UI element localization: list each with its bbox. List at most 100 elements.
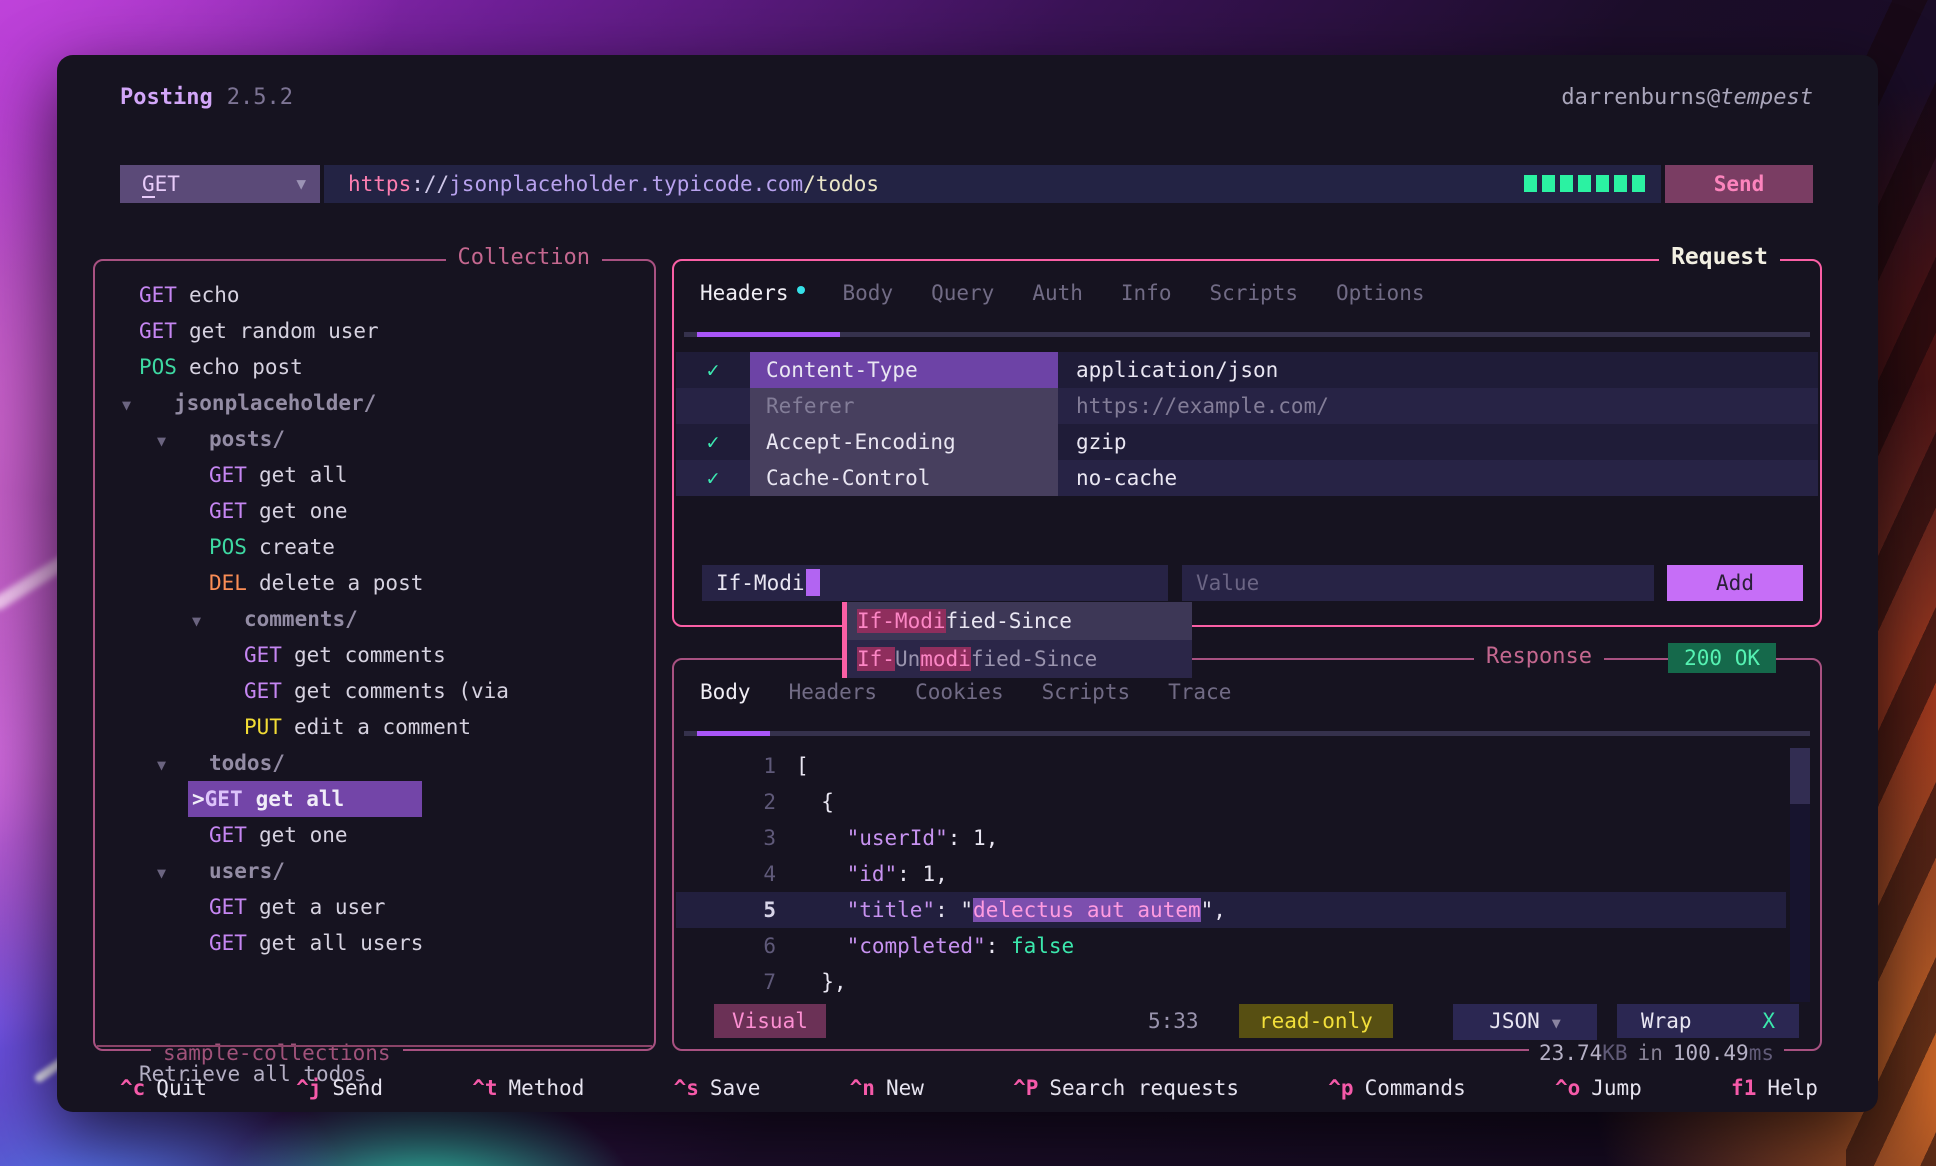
request-panel-title: Request xyxy=(1659,244,1780,270)
tab-response-headers[interactable]: Headers xyxy=(789,680,878,704)
shortcut-commands[interactable]: ^pCommands xyxy=(1328,1076,1465,1100)
shortcut-method[interactable]: ^tMethod xyxy=(472,1076,584,1100)
app-version: 2.5.2 xyxy=(227,85,293,110)
tree-folder-row[interactable]: ▼todos/ xyxy=(95,745,650,781)
progress-block xyxy=(1524,175,1537,192)
progress-block xyxy=(1578,175,1591,192)
request-panel: Request Headers Body Query Auth Info Scr… xyxy=(672,259,1822,627)
format-dropdown[interactable]: JSON▼ xyxy=(1453,1004,1597,1040)
url-scheme: https xyxy=(348,172,411,196)
header-key-cell[interactable]: Accept-Encoding xyxy=(750,424,1058,460)
tab-body[interactable]: Body xyxy=(843,281,894,305)
response-meta: 23.74KBin100.49ms xyxy=(1529,1041,1784,1065)
tab-response-scripts[interactable]: Scripts xyxy=(1042,680,1131,704)
tree-request-row[interactable]: PUTedit a comment xyxy=(95,709,650,745)
tree-folder-row[interactable]: ▼comments/ xyxy=(95,601,650,637)
tab-response-cookies[interactable]: Cookies xyxy=(915,680,1004,704)
tree-request-row[interactable]: GETget one xyxy=(95,817,650,853)
request-url-bar: GET ▼ https://jsonplaceholder.typicode.c… xyxy=(120,165,1813,203)
tree-request-row-selected[interactable]: >GETget all xyxy=(188,781,422,817)
header-value-cell[interactable]: no-cache xyxy=(1058,460,1818,496)
selection-cursor: > xyxy=(192,787,205,811)
tree-folder-row[interactable]: ▼users/ xyxy=(95,853,650,889)
header-value-input[interactable]: Value xyxy=(1182,565,1654,601)
tab-scripts[interactable]: Scripts xyxy=(1209,281,1298,305)
tab-headers[interactable]: Headers xyxy=(700,281,805,305)
chevron-down-icon: ▼ xyxy=(296,165,306,203)
folder-open-icon: ▼ xyxy=(157,855,209,891)
tree-request-row[interactable]: GETget comments (via xyxy=(95,673,650,709)
tree-request-row[interactable]: GETget one xyxy=(95,493,650,529)
header-row[interactable]: ✓ Content-Type application/json xyxy=(676,352,1818,388)
shortcut-save[interactable]: ^sSave xyxy=(674,1076,761,1100)
header-row[interactable]: Referer https://example.com/ xyxy=(676,388,1818,424)
autocomplete-dropdown: If-Modified-Since If-Unmodified-Since xyxy=(842,602,1192,678)
tree-request-row[interactable]: GETget all users xyxy=(95,925,650,961)
request-tabs: Headers Body Query Auth Info Scripts Opt… xyxy=(700,281,1425,305)
folder-open-icon: ▼ xyxy=(192,603,244,639)
method-selector[interactable]: GET ▼ xyxy=(120,165,320,203)
header-key-cell[interactable]: Content-Type xyxy=(750,352,1058,388)
header-row[interactable]: ✓ Accept-Encoding gzip xyxy=(676,424,1818,460)
shortcut-footer: ^cQuit ^jSend ^tMethod ^sSave ^nNew ^PSe… xyxy=(120,1076,1818,1100)
app-title: Posting 2.5.2 xyxy=(120,85,293,110)
tab-underline-track xyxy=(684,332,1810,337)
tree-request-row[interactable]: GETget a user xyxy=(95,889,650,925)
tree-folder-row[interactable]: ▼posts/ xyxy=(95,421,650,457)
send-button[interactable]: Send xyxy=(1665,165,1813,203)
tree-request-row[interactable]: POScreate xyxy=(95,529,650,565)
url-input[interactable]: https://jsonplaceholder.typicode.com/tod… xyxy=(324,165,1661,203)
tree-request-row[interactable]: DELdelete a post xyxy=(95,565,650,601)
shortcut-help[interactable]: f1Help xyxy=(1731,1076,1818,1100)
url-host: jsonplaceholder.typicode.com xyxy=(449,172,803,196)
header-value-cell[interactable]: application/json xyxy=(1058,352,1818,388)
scrollbar-thumb[interactable] xyxy=(1790,748,1810,804)
scrollbar[interactable] xyxy=(1790,748,1810,1002)
header-name-input[interactable]: If-Modi xyxy=(702,565,1168,601)
code-line: 4 "id": 1, xyxy=(676,856,1786,892)
tab-response-body[interactable]: Body xyxy=(700,680,751,704)
tree-folder-row[interactable]: ▼jsonplaceholder/ xyxy=(95,385,650,421)
app-name: Posting xyxy=(120,85,213,110)
header-key-cell[interactable]: Referer xyxy=(750,388,1058,424)
tab-info[interactable]: Info xyxy=(1121,281,1172,305)
wrap-toggle[interactable]: WrapX xyxy=(1617,1004,1799,1038)
code-line: 3 "userId": 1, xyxy=(676,820,1786,856)
tree-request-row[interactable]: GETget all xyxy=(95,457,650,493)
check-placeholder[interactable] xyxy=(676,388,750,424)
response-panel-title: Response xyxy=(1474,644,1604,669)
header-key-cell[interactable]: Cache-Control xyxy=(750,460,1058,496)
code-line: 1[ xyxy=(676,748,1786,784)
add-header-button[interactable]: Add xyxy=(1667,565,1803,601)
shortcut-search-requests[interactable]: ^PSearch requests xyxy=(1013,1076,1239,1100)
check-icon[interactable]: ✓ xyxy=(676,460,750,496)
text-selection: delectus aut autem xyxy=(973,898,1201,922)
tree-request-row[interactable]: GETget random user xyxy=(95,313,650,349)
host-name: tempest xyxy=(1720,85,1813,110)
shortcut-jump[interactable]: ^oJump xyxy=(1555,1076,1642,1100)
shortcut-quit[interactable]: ^cQuit xyxy=(120,1076,207,1100)
check-icon[interactable]: ✓ xyxy=(676,424,750,460)
tree-request-row[interactable]: GETget comments xyxy=(95,637,650,673)
header-value-cell[interactable]: gzip xyxy=(1058,424,1818,460)
autocomplete-options: If-Modified-Since If-Unmodified-Since xyxy=(847,602,1192,678)
check-icon[interactable]: ✓ xyxy=(676,352,750,388)
code-line: 2 { xyxy=(676,784,1786,820)
shortcut-send[interactable]: ^jSend xyxy=(296,1076,383,1100)
autocomplete-option[interactable]: If-Modified-Since xyxy=(847,602,1192,640)
tree-request-row[interactable]: GETecho xyxy=(95,277,650,313)
chevron-down-icon: ▼ xyxy=(1552,1014,1561,1032)
header-value-cell[interactable]: https://example.com/ xyxy=(1058,388,1818,424)
tab-query[interactable]: Query xyxy=(931,281,994,305)
tab-options[interactable]: Options xyxy=(1336,281,1425,305)
header-row[interactable]: ✓ Cache-Control no-cache xyxy=(676,460,1818,496)
tree-request-row[interactable]: POSecho post xyxy=(95,349,650,385)
tab-response-trace[interactable]: Trace xyxy=(1168,680,1231,704)
autocomplete-option[interactable]: If-Unmodified-Since xyxy=(847,640,1192,678)
folder-open-icon: ▼ xyxy=(157,423,209,459)
posting-app-window: Posting2.5.2 darrenburns@tempest GET ▼ h… xyxy=(57,55,1878,1112)
shortcut-new[interactable]: ^nNew xyxy=(850,1076,924,1100)
code-line: 6 "completed": false xyxy=(676,928,1786,964)
response-body-editor[interactable]: 1[ 2 { 3 "userId": 1, 4 "id": 1, 5 "titl… xyxy=(676,748,1786,1000)
tab-auth[interactable]: Auth xyxy=(1032,281,1083,305)
